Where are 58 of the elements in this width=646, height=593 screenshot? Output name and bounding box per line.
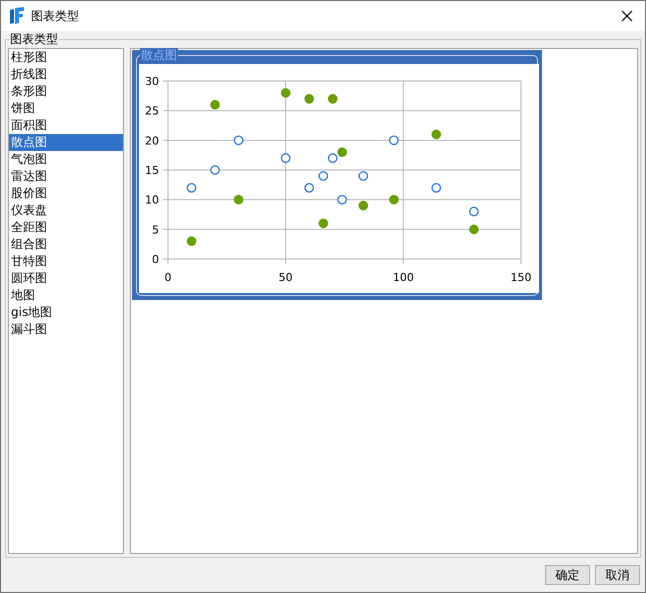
list-item[interactable]: 漏斗图: [9, 321, 123, 338]
filled-point: [337, 147, 347, 157]
filled-point: [431, 130, 442, 140]
list-item[interactable]: 饼图: [9, 100, 123, 117]
preview-title: 散点图: [140, 48, 178, 62]
list-item[interactable]: 地图: [9, 287, 123, 304]
list-item[interactable]: 散点图: [9, 134, 123, 151]
list-item[interactable]: 面积图: [9, 117, 123, 134]
filled-point: [328, 94, 338, 104]
group-title: 图表类型: [9, 32, 59, 46]
window-title: 图表类型: [31, 8, 80, 24]
filled-point: [358, 200, 368, 210]
y-tick-label: 15: [145, 164, 159, 177]
list-item[interactable]: 仪表盘: [9, 202, 123, 219]
list-item[interactable]: 甘特图: [9, 253, 123, 270]
y-tick-label: 10: [145, 194, 159, 207]
hollow-point: [304, 182, 314, 193]
list-item[interactable]: 柱形图: [9, 49, 123, 66]
hollow-point: [210, 165, 220, 175]
y-tick-label: 5: [152, 223, 159, 236]
y-tick-label: 0: [152, 253, 159, 266]
hollow-point: [469, 206, 479, 216]
y-tick-label: 20: [145, 134, 159, 148]
list-item[interactable]: 折线图: [9, 66, 123, 83]
hollow-point: [389, 135, 399, 146]
hollow-point: [234, 135, 244, 146]
filled-point: [186, 236, 196, 246]
x-tick-label: 100: [392, 271, 414, 284]
filled-point: [389, 194, 399, 204]
filled-point: [280, 88, 290, 98]
dialog-button[interactable]: 取消: [595, 565, 640, 585]
filled-point: [318, 218, 328, 228]
x-tick-label: 150: [510, 271, 532, 284]
hollow-point: [358, 171, 368, 181]
hollow-point: [280, 153, 291, 163]
app-logo-icon: [9, 7, 25, 25]
dialog-button[interactable]: 确定: [545, 565, 590, 585]
hollow-point: [318, 171, 328, 181]
y-tick-label: 25: [145, 104, 159, 118]
hollow-point: [337, 194, 347, 205]
y-tick-label: 30: [145, 75, 159, 88]
list-item[interactable]: 圆环图: [9, 270, 123, 287]
x-tick-label: 50: [278, 271, 293, 284]
list-item[interactable]: 组合图: [9, 236, 123, 253]
list-item[interactable]: 条形图: [9, 83, 123, 100]
list-item[interactable]: 股价图: [9, 185, 123, 202]
list-item[interactable]: 气泡图: [9, 151, 123, 168]
filled-point: [234, 194, 244, 204]
list-item[interactable]: 全距图: [9, 219, 123, 236]
x-tick-label: 0: [164, 271, 172, 284]
hollow-point: [186, 182, 196, 193]
list-item[interactable]: 雷达图: [9, 168, 123, 185]
hollow-point: [431, 182, 442, 193]
filled-point: [210, 100, 220, 110]
hollow-point: [328, 153, 338, 163]
filled-point: [469, 224, 479, 234]
filled-point: [304, 94, 314, 104]
list-item[interactable]: gis地图: [9, 304, 123, 321]
